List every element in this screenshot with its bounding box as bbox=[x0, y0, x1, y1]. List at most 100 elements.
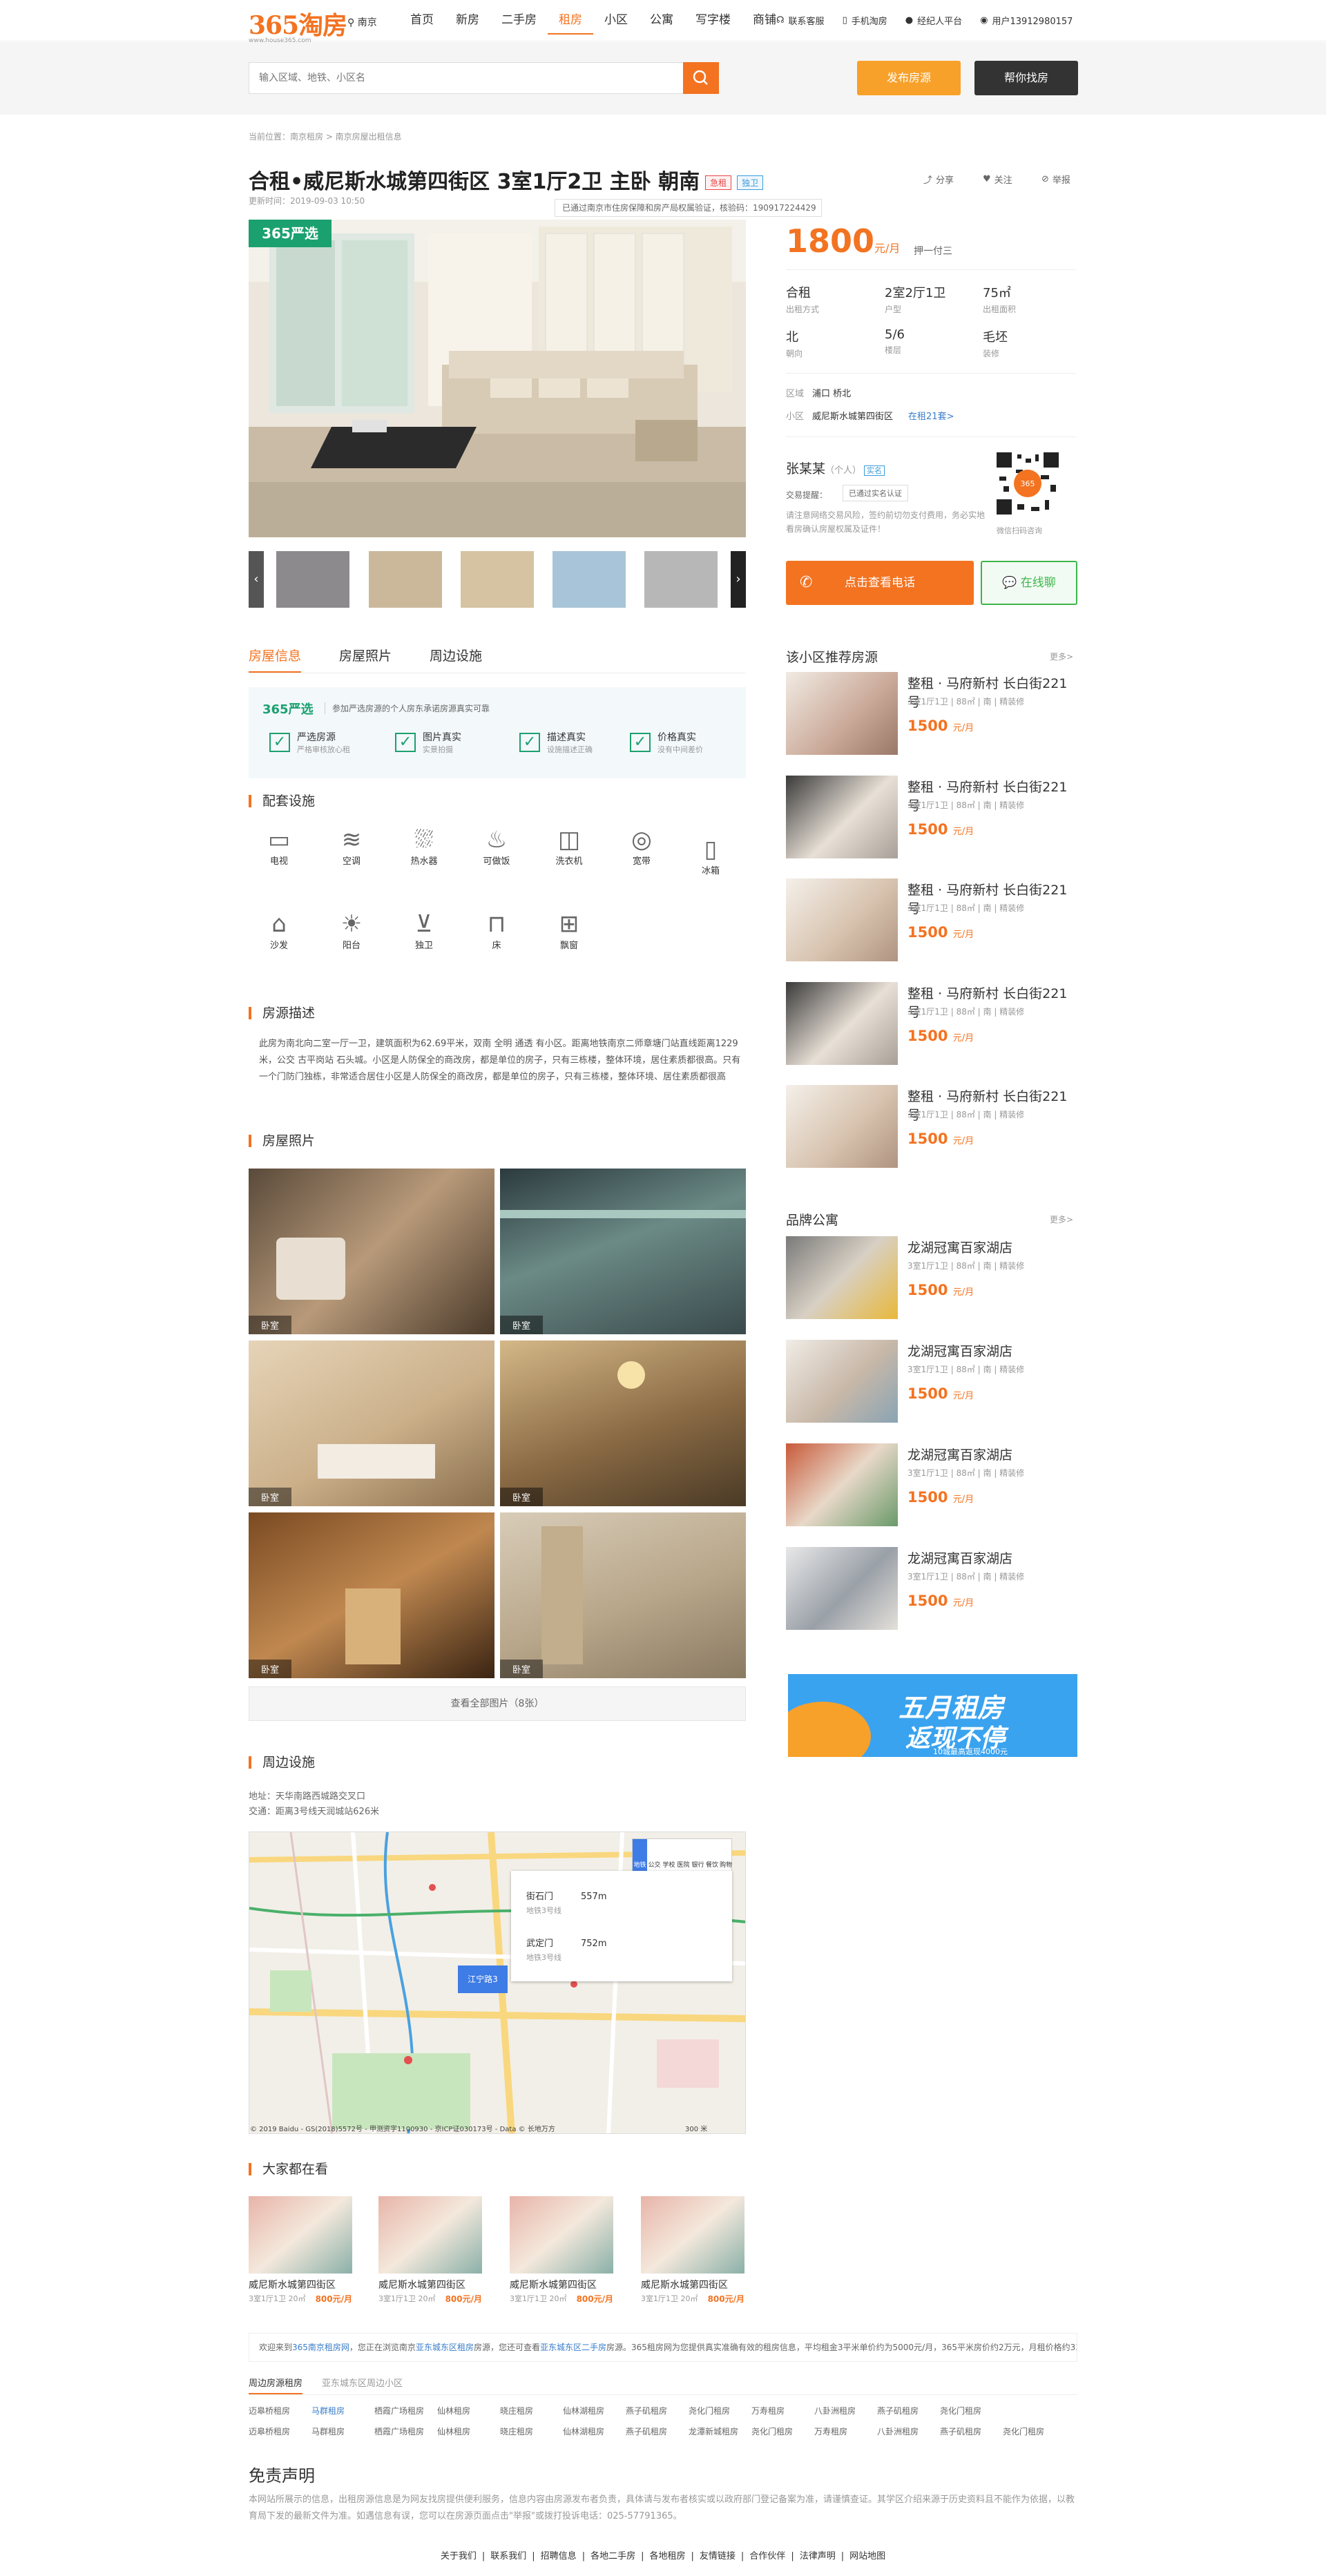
view-all-photos-button[interactable]: 查看全部图片（8张） bbox=[249, 1686, 746, 1721]
view-phone-button[interactable]: ✆ 点击查看电话 bbox=[786, 561, 974, 605]
map-tab-subway[interactable]: 地铁 bbox=[633, 1839, 647, 1872]
related-link[interactable]: 万寿租房 bbox=[751, 2405, 814, 2416]
thumb-prev-button[interactable]: ‹ bbox=[249, 551, 264, 608]
similar-listing[interactable]: 威尼斯水城第四街区 3室1厅1卫 20㎡ 800元/月 bbox=[510, 2196, 613, 2304]
map-tab-shopping[interactable]: 购物 bbox=[719, 1839, 733, 1872]
city-selector[interactable]: ⚲ 南京 bbox=[347, 15, 377, 29]
related-link[interactable]: 燕子矶租房 bbox=[626, 2425, 689, 2437]
related-link[interactable]: 仙林湖租房 bbox=[563, 2405, 626, 2416]
map-tab-bank[interactable]: 银行 bbox=[691, 1839, 705, 1872]
house-photo[interactable]: 卧室 bbox=[249, 1512, 494, 1678]
related-link[interactable]: 尧化门租房 bbox=[940, 2405, 1003, 2416]
map-marker[interactable]: 江宁路3 bbox=[458, 1965, 508, 1993]
related-link[interactable]: 尧化门租房 bbox=[751, 2425, 814, 2437]
related-link[interactable]: 八卦洲租房 bbox=[814, 2405, 877, 2416]
related-link[interactable]: 马群租房 bbox=[311, 2405, 374, 2416]
agent-platform-link[interactable]: ● 经纪人平台 bbox=[905, 14, 962, 27]
thumb-next-button[interactable]: › bbox=[731, 551, 746, 608]
community-count-link[interactable]: 在租21套> bbox=[908, 412, 954, 422]
recommend-card[interactable]: 整租 · 马府新村 长白街221号 3室1厅1卫 | 88㎡ | 南 | 精装修 1… bbox=[786, 1085, 1076, 1168]
station-item[interactable]: 武定门 752m 地铁3号线 bbox=[526, 1936, 607, 1963]
related-link[interactable]: 燕子矶租房 bbox=[940, 2425, 1003, 2437]
footer-link[interactable]: 法律声明 bbox=[800, 2551, 836, 2561]
related-link[interactable]: 龙潭新城租房 bbox=[689, 2425, 751, 2437]
area-sale-link[interactable]: 亚东城东区二手房 bbox=[540, 2343, 606, 2352]
house-photo[interactable]: 卧室 bbox=[500, 1512, 746, 1678]
main-photo[interactable] bbox=[249, 220, 746, 537]
footer-link[interactable]: 各地二手房 bbox=[590, 2551, 635, 2561]
nav-community[interactable]: 小区 bbox=[593, 12, 639, 35]
related-link[interactable]: 仙林租房 bbox=[437, 2405, 500, 2416]
house-photo[interactable]: 卧室 bbox=[500, 1340, 746, 1506]
nav-home[interactable]: 首页 bbox=[399, 12, 445, 35]
nav-new-house[interactable]: 新房 bbox=[445, 12, 490, 35]
brand-card[interactable]: 龙湖冠寓百家湖店 3室1厅1卫 | 88㎡ | 南 | 精装修 1500 元/月 bbox=[786, 1236, 1076, 1319]
recommend-card[interactable]: 整租 · 马府新村 长白街221号 3室1厅1卫 | 88㎡ | 南 | 精装修 1… bbox=[786, 672, 1076, 755]
recommend-card[interactable]: 整租 · 马府新村 长白街221号 3室1厅1卫 | 88㎡ | 南 | 精装修 1… bbox=[786, 982, 1076, 1065]
footer-link[interactable]: 友情链接 bbox=[700, 2551, 736, 2561]
map-tab-bus[interactable]: 公交 bbox=[647, 1839, 662, 1872]
related-link[interactable]: 仙林湖租房 bbox=[563, 2425, 626, 2437]
similar-listing[interactable]: 威尼斯水城第四街区 3室1厅1卫 20㎡ 800元/月 bbox=[249, 2196, 352, 2304]
user-account-link[interactable]: ◉ 用户13912980157 bbox=[980, 14, 1073, 27]
station-item[interactable]: 街石门 557m 地铁3号线 bbox=[526, 1889, 607, 1916]
related-link[interactable]: 迈皋桥租房 bbox=[249, 2405, 311, 2416]
footer-link[interactable]: 网站地图 bbox=[849, 2551, 885, 2561]
brand-card[interactable]: 龙湖冠寓百家湖店 3室1厅1卫 | 88㎡ | 南 | 精装修 1500 元/月 bbox=[786, 1340, 1076, 1423]
footer-link[interactable]: 关于我们 bbox=[441, 2551, 477, 2561]
related-link[interactable]: 燕子矶租房 bbox=[877, 2405, 940, 2416]
tab-nearby-rent[interactable]: 周边房源租房 bbox=[249, 2376, 303, 2394]
mobile-link[interactable]: ▯ 手机淘房 bbox=[843, 14, 887, 27]
site-link[interactable]: 365南京租房网 bbox=[292, 2343, 349, 2352]
similar-listing[interactable]: 威尼斯水城第四街区 3室1厅1卫 20㎡ 800元/月 bbox=[378, 2196, 482, 2304]
related-link[interactable]: 迈皋桥租房 bbox=[249, 2425, 311, 2437]
community-link[interactable]: 威尼斯水城第四街区 bbox=[812, 412, 893, 422]
related-link[interactable]: 燕子矶租房 bbox=[626, 2405, 689, 2416]
search-input[interactable] bbox=[249, 63, 678, 93]
area-rent-link[interactable]: 亚东城东区租房 bbox=[416, 2343, 474, 2352]
footer-link[interactable]: 联系我们 bbox=[490, 2551, 526, 2561]
thumbnail[interactable] bbox=[644, 551, 718, 608]
tab-house-photos[interactable]: 房屋照片 bbox=[339, 639, 392, 673]
promo-banner[interactable]: 五月租房 返现不停 10城最高返现4000元 bbox=[788, 1674, 1077, 1757]
thumbnail[interactable] bbox=[276, 551, 349, 608]
customer-service-link[interactable]: ☊ 联系客服 bbox=[776, 14, 825, 27]
follow-button[interactable]: ♥ 关注 bbox=[983, 173, 1012, 186]
related-link[interactable]: 八卦洲租房 bbox=[877, 2425, 940, 2437]
share-button[interactable]: ⤴ 分享 bbox=[923, 173, 954, 186]
related-link[interactable]: 晓庄租房 bbox=[500, 2405, 563, 2416]
related-link[interactable]: 栖霞广场租房 bbox=[374, 2425, 437, 2437]
related-link[interactable]: 尧化门租房 bbox=[689, 2405, 751, 2416]
map-tab-school[interactable]: 学校 bbox=[662, 1839, 676, 1872]
site-logo[interactable]: 365淘房 www.house365.com bbox=[249, 6, 347, 44]
thumbnail[interactable] bbox=[461, 551, 534, 608]
similar-listing[interactable]: 威尼斯水城第四街区 3室1厅1卫 20㎡ 800元/月 bbox=[641, 2196, 744, 2304]
online-chat-button[interactable]: 💬 在线聊 bbox=[981, 561, 1077, 605]
tab-surroundings[interactable]: 周边设施 bbox=[430, 639, 482, 673]
report-button[interactable]: ⊘ 举报 bbox=[1041, 173, 1070, 186]
publish-listing-button[interactable]: 发布房源 bbox=[857, 61, 961, 95]
thumbnail[interactable] bbox=[552, 551, 626, 608]
related-link[interactable]: 晓庄租房 bbox=[500, 2425, 563, 2437]
footer-link[interactable]: 招聘信息 bbox=[541, 2551, 577, 2561]
related-link[interactable]: 栖霞广场租房 bbox=[374, 2405, 437, 2416]
house-photo[interactable]: 卧室 bbox=[500, 1169, 746, 1334]
search-button[interactable] bbox=[683, 62, 719, 94]
related-link[interactable]: 马群租房 bbox=[311, 2425, 374, 2437]
tab-nearby-community[interactable]: 亚东城东区周边小区 bbox=[322, 2376, 403, 2394]
related-link[interactable]: 万寿租房 bbox=[814, 2425, 877, 2437]
wechat-qr-code[interactable]: 365 bbox=[990, 449, 1066, 518]
house-photo[interactable]: 卧室 bbox=[249, 1340, 494, 1506]
brand-card[interactable]: 龙湖冠寓百家湖店 3室1厅1卫 | 88㎡ | 南 | 精装修 1500 元/月 bbox=[786, 1547, 1076, 1630]
tab-house-info[interactable]: 房屋信息 bbox=[249, 639, 302, 673]
recommend-card[interactable]: 整租 · 马府新村 长白街221号 3室1厅1卫 | 88㎡ | 南 | 精装修 1… bbox=[786, 776, 1076, 858]
find-house-button[interactable]: 帮你找房 bbox=[974, 61, 1078, 95]
nav-second-hand[interactable]: 二手房 bbox=[490, 12, 548, 35]
house-photo[interactable]: 卧室 bbox=[249, 1169, 494, 1334]
nav-office[interactable]: 写字楼 bbox=[684, 12, 742, 35]
map-tab-dining[interactable]: 餐饮 bbox=[705, 1839, 719, 1872]
footer-link[interactable]: 各地租房 bbox=[649, 2551, 685, 2561]
related-link[interactable]: 仙林租房 bbox=[437, 2425, 500, 2437]
nav-apartment[interactable]: 公寓 bbox=[639, 12, 684, 35]
thumbnail[interactable] bbox=[369, 551, 442, 608]
